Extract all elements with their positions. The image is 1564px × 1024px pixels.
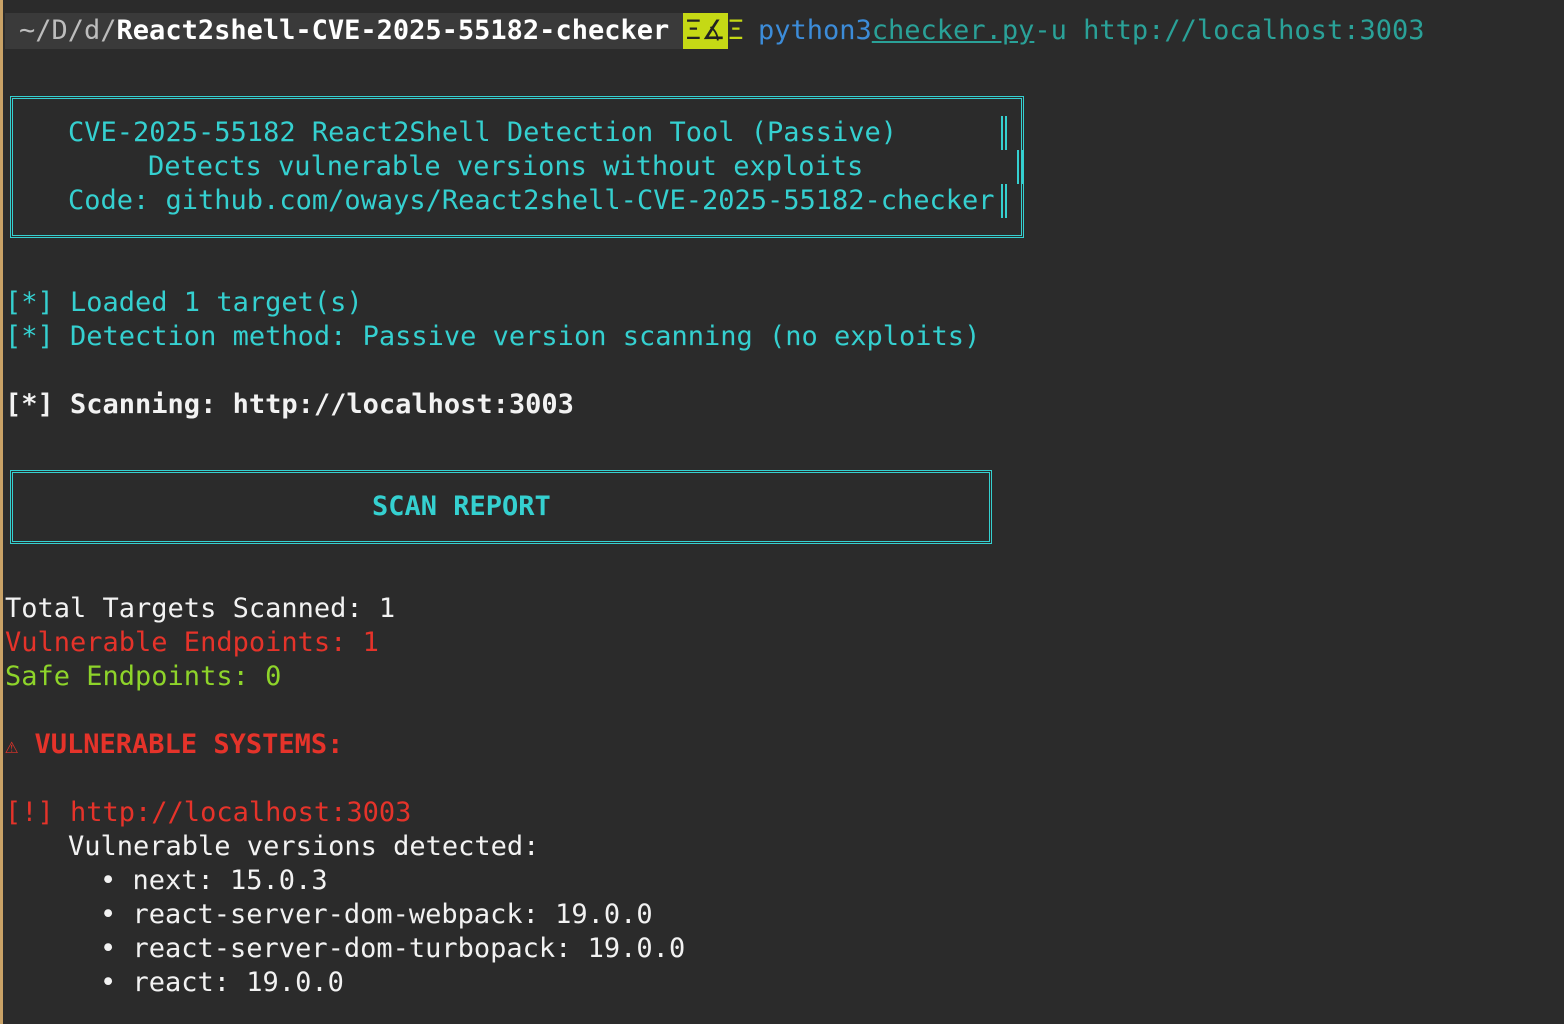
safe-endpoints-line: Safe Endpoints: 0 [5,661,282,692]
package-item: • react-server-dom-turbopack: 19.0.0 [100,933,686,964]
package-item: • react: 19.0.0 [100,967,344,998]
prompt-path-dir: React2shell-CVE-2025-55182-checker [116,15,670,46]
vulnerable-target-line: [!] http://localhost:3003 [5,797,412,828]
command-args: -u http://localhost:3003 [1034,15,1425,46]
shell-prompt-line: ~/D/d/React2shell-CVE-2025-55182-checker… [5,13,1424,49]
scanning-line: [*] Scanning: http://localhost:3003 [5,389,574,420]
banner-subtitle: Detects vulnerable versions without expl… [148,151,864,182]
git-status-segment: Ξ ∡ [683,13,728,49]
window-edge [0,0,3,1024]
banner-right-bar-1 [1001,116,1007,150]
prompt-path-prefix: ~/D/d/ [19,15,117,46]
warning-icon: ⚠ [5,734,19,759]
command-name: python3 [757,15,872,46]
banner-right-bar-2 [1017,150,1023,184]
loaded-targets-line: [*] Loaded 1 target(s) [5,287,363,318]
command-file-link[interactable]: checker.py [872,13,1035,49]
total-targets-line: Total Targets Scanned: 1 [5,593,396,624]
banner-code-link: Code: github.com/oways/React2shell-CVE-2… [68,185,995,216]
git-branch-tail-icon: Ξ [727,15,744,46]
git-angle-icon: ∡ [701,15,726,46]
prompt-path: ~/D/d/React2shell-CVE-2025-55182-checker [5,13,684,49]
vulnerable-systems-heading: ⚠ VULNERABLE SYSTEMS: [5,728,343,762]
scan-report-title: SCAN REPORT [372,491,551,522]
banner-title: CVE-2025-55182 React2Shell Detection Too… [68,117,898,148]
detection-method-line: [*] Detection method: Passive version sc… [5,321,981,352]
git-branch-icon: Ξ [685,15,702,46]
banner-right-bar-3 [1001,184,1007,218]
versions-detected-label: Vulnerable versions detected: [68,831,540,862]
package-item: • next: 15.0.3 [100,865,328,896]
vulnerable-endpoints-line: Vulnerable Endpoints: 1 [5,627,379,658]
package-item: • react-server-dom-webpack: 19.0.0 [100,899,653,930]
vulnerable-systems-label: VULNERABLE SYSTEMS: [34,729,344,760]
